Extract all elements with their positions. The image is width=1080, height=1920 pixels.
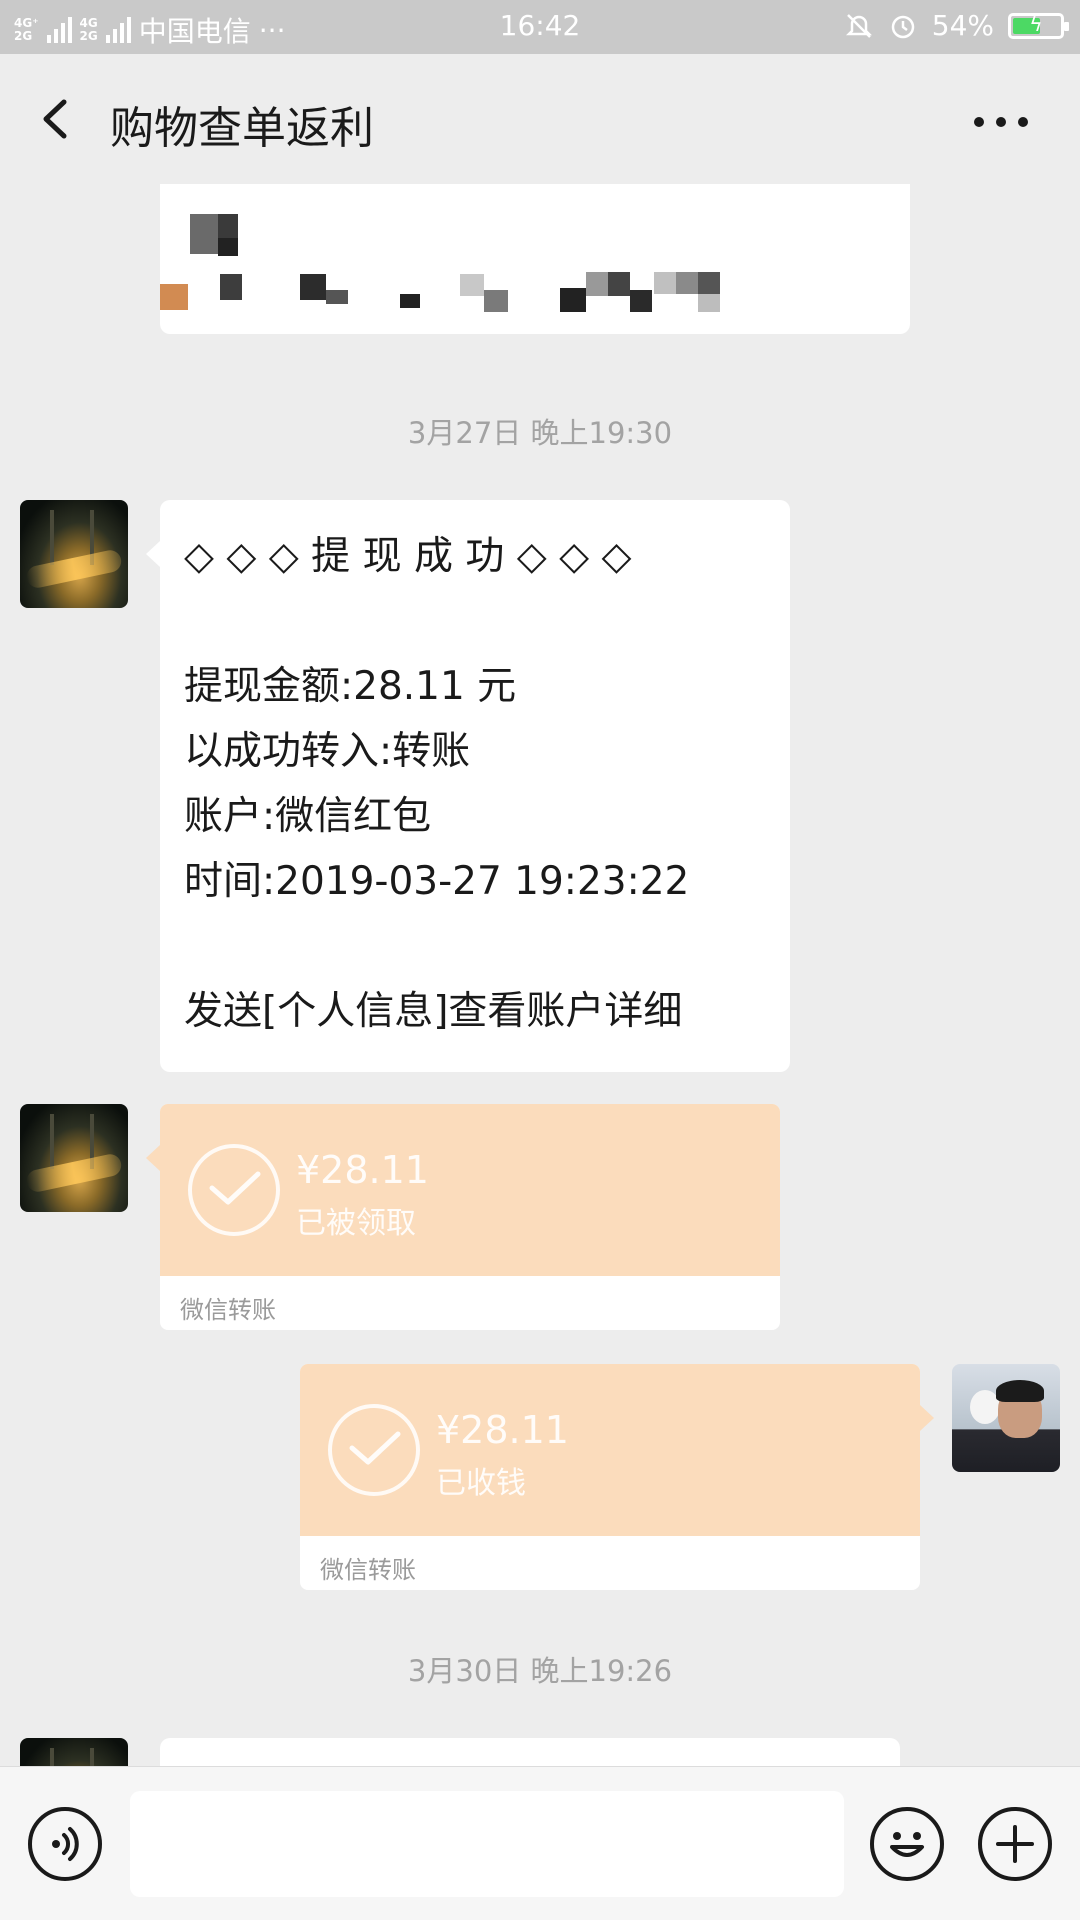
message-line: 发送[个人信息]查看账户详细 [184, 989, 683, 1034]
avatar-bot[interactable] [20, 1104, 128, 1212]
pixelated-block [676, 272, 698, 294]
charging-icon: ϟ [1029, 11, 1043, 36]
transfer-amount: ¥28.11 [436, 1408, 569, 1452]
mute-bell-icon [845, 13, 872, 38]
chat-title: 购物查单返利 [110, 103, 374, 154]
pixelated-block [160, 284, 188, 310]
battery-percent: 54% [931, 9, 994, 42]
transfer-amount: ¥28.11 [296, 1148, 429, 1192]
withdraw-message[interactable]: ◇ ◇ ◇ 提 现 成 功 ◇ ◇ ◇ 提现金额:28.11 元以成功转入:转账账… [160, 500, 790, 1072]
message-input[interactable] [130, 1791, 844, 1897]
message-line: 以成功转入:转账 [184, 729, 471, 774]
bubble-tail [146, 541, 160, 567]
transfer-status: 已收钱 [436, 1466, 526, 1501]
check-circle-icon [188, 1144, 280, 1236]
pixelated-block [630, 290, 652, 312]
more-horizontal-icon [974, 117, 1028, 127]
pixelated-block [400, 294, 420, 308]
pixelated-block [586, 272, 608, 296]
pixelated-block [190, 214, 218, 254]
message-line: 提现金额:28.11 元 [184, 664, 517, 709]
plus-icon [996, 1825, 1034, 1863]
pixelated-block [326, 290, 348, 304]
pixelated-block [698, 272, 720, 294]
chat-list[interactable]: 3月27日 晚上19:30 ◇ ◇ ◇ 提 现 成 功 ◇ ◇ ◇ 提现金额:28… [0, 184, 1080, 1766]
more-functions-button[interactable] [978, 1807, 1052, 1881]
battery-icon: ϟ [1008, 11, 1069, 39]
status-right: 54% ϟ [844, 9, 1069, 42]
transfer-card-top: ¥28.11 已收钱 [300, 1364, 920, 1536]
voice-icon [52, 1827, 79, 1861]
avatar-self[interactable] [952, 1364, 1060, 1472]
emoji-icon [890, 1832, 924, 1857]
transfer-footer: 微信转账 [180, 1296, 276, 1324]
bubble-tail [920, 1405, 934, 1431]
check-circle-icon [328, 1404, 420, 1496]
pixelated-block [460, 274, 484, 296]
message-text: ◇ ◇ ◇ 提 现 成 功 ◇ ◇ ◇ 提现金额:28.11 元以成功转入:转账账… [184, 524, 770, 1044]
back-button[interactable] [28, 86, 88, 152]
emoji-button[interactable] [870, 1807, 944, 1881]
input-bar [0, 1766, 1080, 1920]
avatar-bot[interactable] [20, 500, 128, 608]
pixelated-block [220, 274, 242, 300]
transfer-footer: 微信转账 [320, 1556, 416, 1584]
more-button[interactable] [966, 102, 1036, 142]
censored-message [160, 184, 910, 334]
transfer-card[interactable]: ¥28.11 已收钱 微信转账 [300, 1364, 920, 1590]
bubble-tail [146, 1145, 160, 1171]
chevron-left-icon [43, 99, 67, 139]
chat-bubble[interactable] [160, 1738, 900, 1766]
avatar-bot[interactable] [20, 1738, 128, 1766]
message-line: 时间:2019-03-27 19:23:22 [184, 859, 690, 904]
pixelated-block [654, 272, 676, 294]
transfer-status: 已被领取 [296, 1206, 416, 1241]
pixelated-block [560, 288, 586, 312]
voice-button[interactable] [28, 1807, 102, 1881]
pixelated-block [698, 294, 720, 312]
pixelated-block [218, 238, 238, 256]
message-line [184, 914, 770, 979]
timestamp: 3月27日 晚上19:30 [407, 416, 673, 450]
message-line: ◇ ◇ ◇ 提 现 成 功 ◇ ◇ ◇ [184, 534, 632, 579]
transfer-card-top: ¥28.11 已被领取 [160, 1104, 780, 1276]
alarm-icon [891, 15, 915, 38]
pixelated-block [484, 290, 508, 312]
message-line: 账户:微信红包 [184, 794, 432, 839]
status-bar: 4G⁺ 2G 4G 2G 中国电信 ··· 16:42 54% ϟ [0, 0, 1080, 54]
message-line [184, 589, 770, 654]
pixelated-block [300, 274, 326, 300]
pixelated-block [218, 214, 238, 238]
timestamp: 3月30日 晚上19:26 [407, 1654, 673, 1688]
transfer-card[interactable]: ¥28.11 已被领取 微信转账 [160, 1104, 780, 1330]
pixelated-block [608, 272, 630, 296]
chat-header: 购物查单返利 [0, 54, 1080, 184]
